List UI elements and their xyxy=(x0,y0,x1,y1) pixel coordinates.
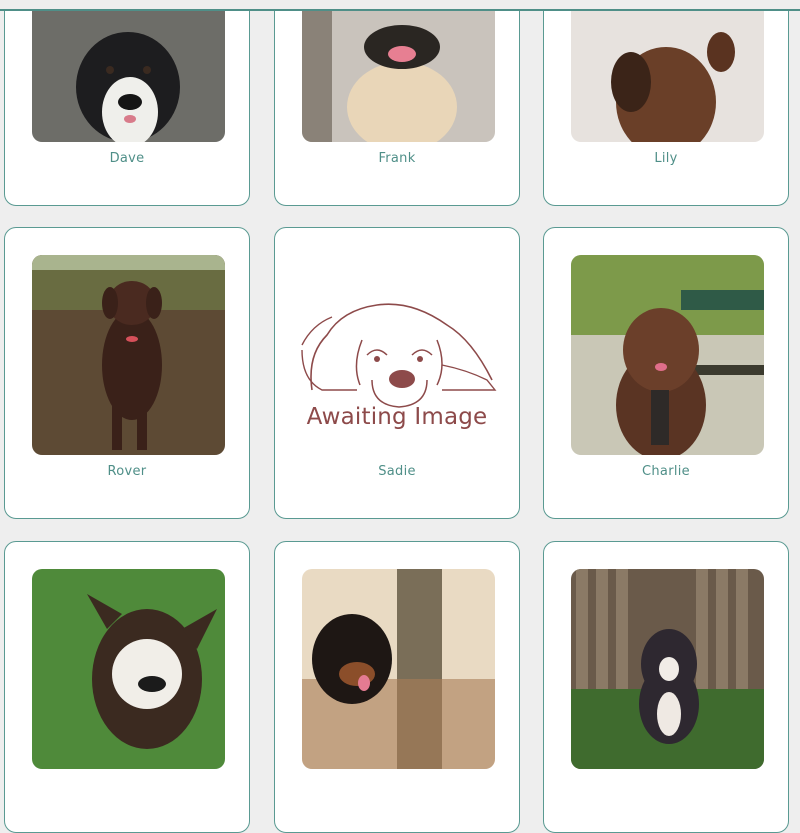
dog-photo xyxy=(32,569,225,769)
dog-card[interactable] xyxy=(543,541,789,833)
dog-name: Sadie xyxy=(378,464,416,479)
dog-card[interactable]: Lily xyxy=(543,0,789,206)
awaiting-image-text: Awaiting Image xyxy=(306,404,488,430)
dog-card[interactable]: Dave xyxy=(4,0,250,206)
dog-photo xyxy=(571,255,764,455)
dog-card[interactable]: Charlie xyxy=(543,227,789,519)
dog-card[interactable] xyxy=(4,541,250,833)
dog-card[interactable] xyxy=(274,541,520,833)
dog-photo xyxy=(302,569,495,769)
dog-photo xyxy=(32,0,225,142)
dog-name: Rover xyxy=(107,464,147,479)
dog-photo xyxy=(571,0,764,142)
dog-card[interactable]: Frank xyxy=(274,0,520,206)
top-border xyxy=(0,0,800,11)
dog-photo xyxy=(302,0,495,142)
dog-name: Lily xyxy=(654,151,678,166)
dog-name: Dave xyxy=(109,151,145,166)
dog-photo xyxy=(32,255,225,455)
dog-name: Frank xyxy=(378,151,416,166)
dog-photo xyxy=(571,569,764,769)
dog-name: Charlie xyxy=(642,464,690,479)
dog-card[interactable]: Awaiting Image Sadie xyxy=(274,227,520,519)
dog-card[interactable]: Rover xyxy=(4,227,250,519)
